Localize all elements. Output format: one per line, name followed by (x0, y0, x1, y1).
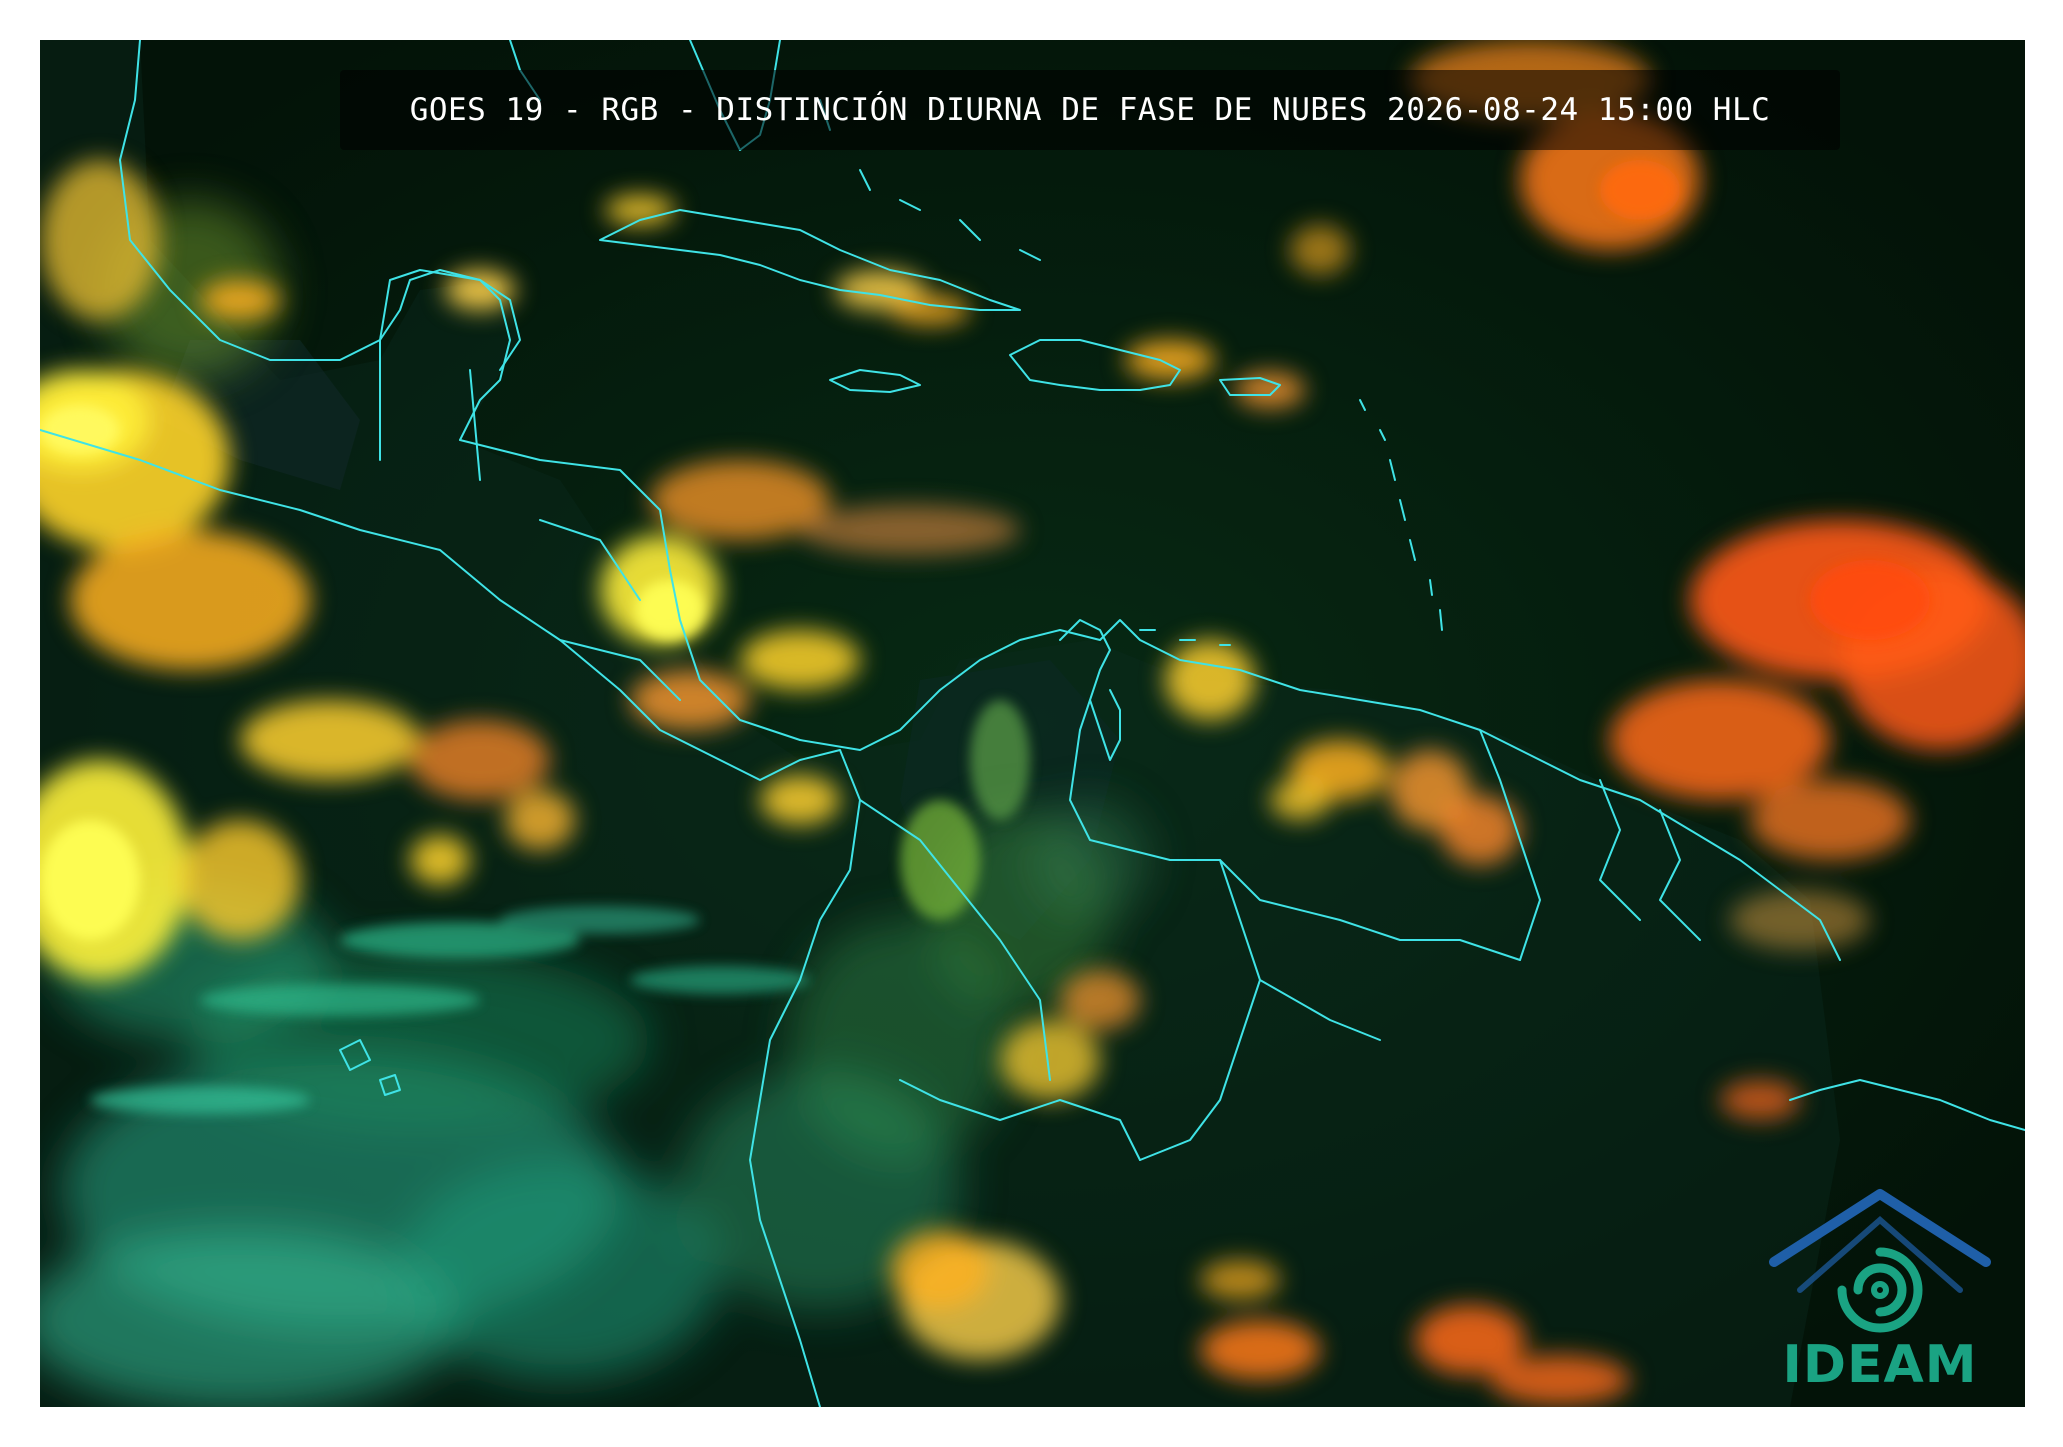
satellite-image-frame: GOES 19 - RGB - DISTINCIÓN DIURNA DE FAS… (40, 40, 2025, 1407)
title-bar: GOES 19 - RGB - DISTINCIÓN DIURNA DE FAS… (340, 70, 1840, 150)
ideam-logo-emblem (1769, 1189, 1991, 1333)
image-title: GOES 19 - RGB - DISTINCIÓN DIURNA DE FAS… (409, 92, 1771, 128)
ideam-logo: IDEAM (1760, 1180, 2000, 1400)
swirl-icon (1837, 1247, 1923, 1333)
satellite-map (40, 40, 2025, 1407)
ideam-logo-text: IDEAM (1782, 1335, 1978, 1395)
